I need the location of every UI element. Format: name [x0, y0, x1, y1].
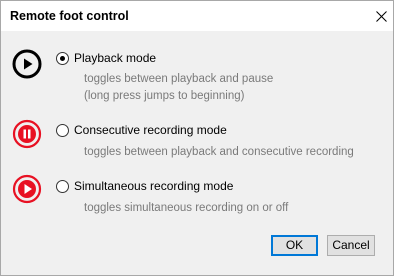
simultaneous-recording-mode-label: Simultaneous recording mode	[74, 179, 234, 193]
pause-record-icon	[12, 119, 42, 149]
playback-mode-label: Playback mode	[74, 51, 157, 65]
consecutive-recording-mode-label: Consecutive recording mode	[74, 123, 227, 137]
consecutive-recording-mode-description: toggles between playback and consecutive…	[84, 146, 354, 158]
ok-button[interactable]: OK	[271, 235, 318, 256]
dialog-content: Playback mode toggles between playback a…	[1, 31, 393, 275]
simultaneous-recording-mode-description: toggles simultaneous recording on or off	[84, 202, 289, 214]
play-record-icon	[12, 174, 42, 204]
dialog-title: Remote foot control	[10, 9, 129, 23]
close-icon	[375, 10, 387, 22]
close-button[interactable]	[369, 1, 393, 31]
radio-playback-mode[interactable]	[56, 52, 69, 65]
radio-consecutive-recording-mode[interactable]	[56, 124, 69, 137]
playback-mode-description-line-2: (long press jumps to beginning)	[84, 90, 245, 102]
dialog-window: Remote foot control Playback mode toggle…	[0, 0, 394, 276]
title-bar: Remote foot control	[1, 1, 393, 31]
play-icon	[12, 49, 42, 79]
cancel-button[interactable]: Cancel	[327, 235, 375, 256]
playback-mode-description-line-1: toggles between playback and pause	[84, 73, 274, 85]
radio-simultaneous-recording-mode[interactable]	[56, 180, 69, 193]
